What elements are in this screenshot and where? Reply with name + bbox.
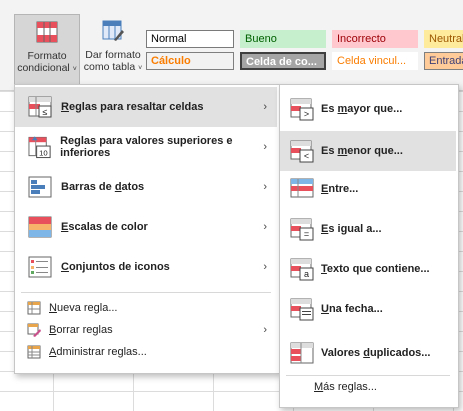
submenu-item-label: na fecha...	[328, 303, 383, 315]
submenu-item-less-than[interactable]: < Es menor que...	[280, 131, 456, 171]
submenu-item-label: ás reglas...	[323, 381, 377, 393]
chevron-right-icon: ›	[263, 221, 267, 233]
style-calculation[interactable]: Cálculo	[146, 52, 234, 70]
cell-styles-gallery: Normal Bueno Incorrecto Neutral Cálculo …	[146, 22, 463, 74]
style-neutral[interactable]: Neutral	[424, 30, 463, 48]
submenu-item-label: Valores	[321, 347, 364, 359]
chevron-down-icon: ˅	[138, 65, 143, 72]
mnemonic: C	[61, 261, 69, 273]
top-bottom-rules-icon: 10	[28, 136, 51, 159]
conditional-format-label-1: Formato	[27, 50, 67, 62]
data-bars-icon	[28, 176, 52, 198]
format-as-table-button[interactable]: Dar formato como tabla ˅	[82, 14, 144, 86]
svg-text:>: >	[304, 109, 309, 119]
format-as-table-icon	[102, 20, 124, 41]
submenu-item-label: ayor que...	[347, 103, 403, 115]
submenu-item-label: exto que contiene...	[326, 263, 430, 275]
submenu-item-label: ntre...	[328, 183, 359, 195]
format-as-table-label-2: como tabla	[83, 61, 136, 73]
color-scales-icon	[28, 216, 52, 238]
chevron-right-icon: ›	[263, 101, 267, 113]
submenu-item-more-rules[interactable]: Más reglas...	[314, 381, 377, 393]
style-good[interactable]: Bueno	[240, 30, 326, 48]
menu-item-clear-rules[interactable]: Borrar reglas ›	[15, 319, 277, 341]
style-linked-cell[interactable]: Celda vincul...	[332, 52, 418, 70]
svg-text:10: 10	[39, 149, 48, 158]
menu-item-data-bars[interactable]: Barras de datos ›	[15, 167, 277, 207]
menu-item-label: Reglas para valores superiores e inferio…	[60, 135, 233, 159]
menu-item-label: onjuntos de iconos	[68, 261, 170, 273]
menu-item-label: atos	[121, 181, 145, 193]
style-normal[interactable]: Normal	[146, 30, 234, 48]
manage-rules-icon	[27, 345, 41, 359]
mnemonic: N	[49, 302, 57, 314]
text-contains-icon: a	[290, 258, 314, 281]
menu-item-color-scales[interactable]: Escalas de color ›	[15, 207, 277, 247]
equal-to-icon: =	[290, 218, 314, 241]
mnemonic: M	[314, 381, 324, 393]
menu-item-top-bottom-rules[interactable]: 10 Reglas para valores superiores e infe…	[15, 127, 277, 167]
style-check-cell[interactable]: Celda de co...	[240, 52, 326, 70]
chevron-right-icon: ›	[263, 141, 267, 153]
submenu-item-greater-than[interactable]: > Es mayor que...	[280, 89, 456, 129]
icon-sets-icon	[28, 256, 52, 278]
chevron-right-icon: ›	[263, 181, 267, 193]
svg-text:≤: ≤	[43, 107, 48, 117]
format-as-table-label-1: Dar formato	[85, 49, 141, 61]
svg-text:=: =	[304, 229, 309, 239]
menu-item-label: dministrar reglas...	[56, 346, 147, 358]
duplicate-values-icon	[290, 342, 314, 364]
mnemonic: d	[363, 347, 370, 359]
submenu-item-duplicate-values[interactable]: Valores duplicados...	[280, 333, 456, 373]
menu-separator	[21, 292, 271, 293]
chevron-down-icon: ˅	[72, 66, 77, 73]
new-rule-icon	[27, 301, 41, 315]
submenu-item-label: Es	[321, 103, 338, 115]
submenu-item-between[interactable]: Entre...	[280, 169, 456, 209]
mnemonic: U	[321, 303, 329, 315]
svg-text:a: a	[304, 269, 309, 279]
menu-item-label: scalas de color	[68, 221, 148, 233]
menu-item-label: orrar reglas	[56, 324, 113, 336]
submenu-item-date-occurring[interactable]: Una fecha...	[280, 289, 456, 329]
highlight-rules-submenu: > Es mayor que... < Es menor que... Entr…	[279, 84, 459, 408]
mnemonic: m	[337, 103, 348, 115]
greater-than-icon: >	[290, 98, 314, 121]
mnemonic: m	[337, 145, 348, 157]
submenu-item-label: uplicados...	[369, 347, 431, 359]
menu-item-label: Barras de	[61, 181, 115, 193]
menu-item-label: eglas para resaltar celdas	[68, 101, 204, 113]
chevron-right-icon: ›	[263, 324, 267, 336]
submenu-item-equal-to[interactable]: = Es igual a...	[280, 209, 456, 249]
conditional-format-icon	[36, 21, 58, 43]
highlight-rules-icon: ≤	[28, 96, 52, 118]
menu-item-label: ueva regla...	[56, 302, 118, 314]
chevron-right-icon: ›	[263, 261, 267, 273]
style-input[interactable]: Entrada	[424, 52, 463, 70]
menu-item-highlight-rules[interactable]: ≤ Reglas para resaltar celdas ›	[15, 87, 277, 127]
style-bad[interactable]: Incorrecto	[332, 30, 418, 48]
menu-item-new-rule[interactable]: Nueva regla...	[15, 297, 277, 319]
menu-separator	[286, 375, 450, 376]
clear-rules-icon	[27, 323, 41, 337]
mnemonic: R	[61, 101, 69, 113]
submenu-item-label: enor que...	[347, 145, 403, 157]
mnemonic: d	[114, 181, 122, 193]
svg-text:<: <	[304, 151, 309, 161]
conditional-format-button[interactable]: Formato condicional ˅	[14, 14, 80, 86]
date-occurring-icon	[290, 298, 314, 321]
conditional-format-menu: ≤ Reglas para resaltar celdas › 10 Regla…	[14, 84, 280, 374]
menu-item-manage-rules[interactable]: Administrar reglas...	[15, 341, 277, 363]
less-than-icon: <	[290, 140, 314, 163]
conditional-format-label-2: condicional	[17, 62, 70, 74]
submenu-item-label: Es	[321, 145, 338, 157]
ribbon: Formato condicional ˅ Dar formato como t…	[0, 0, 463, 91]
submenu-item-label: s igual a...	[328, 223, 382, 235]
between-icon	[290, 178, 314, 198]
submenu-item-text-contains[interactable]: a Texto que contiene...	[280, 249, 456, 289]
menu-item-icon-sets[interactable]: Conjuntos de iconos ›	[15, 247, 277, 287]
